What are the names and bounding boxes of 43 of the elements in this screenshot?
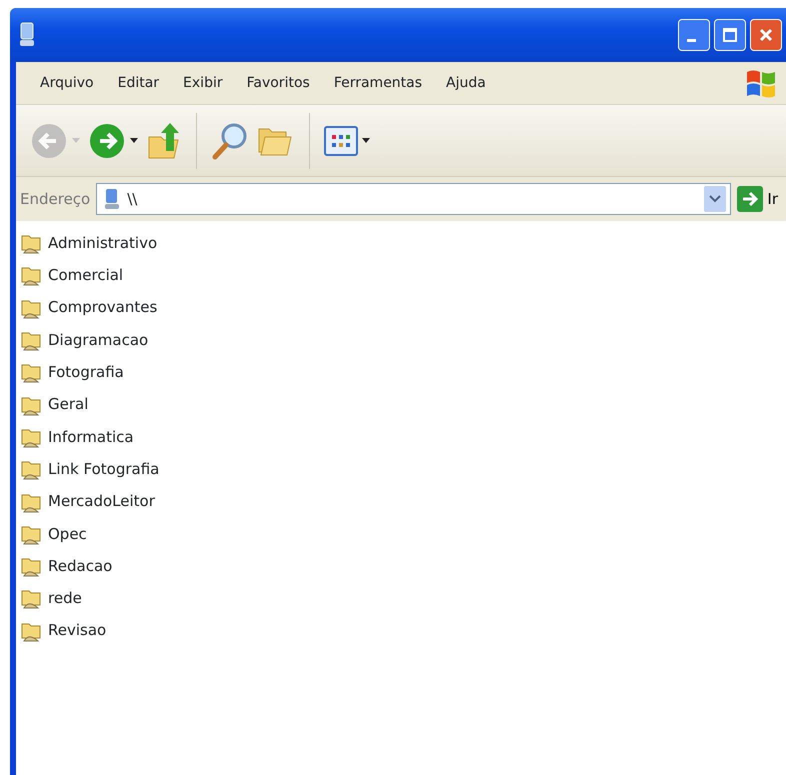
folder-name[interactable]: Link Fotografia (48, 458, 160, 480)
folder-name[interactable]: Opec (48, 522, 87, 546)
search-button[interactable] (211, 120, 249, 160)
menu-item[interactable]: Exibir (171, 72, 235, 94)
folder-name[interactable]: Comprovantes (48, 296, 158, 319)
address-label: Endereço (20, 188, 90, 210)
search-icon (211, 120, 249, 160)
folder-name[interactable]: MercadoLeitor (48, 490, 155, 513)
menu-item[interactable]: Arquivo (28, 72, 106, 94)
menu-item[interactable]: Editar (106, 72, 172, 94)
address-field[interactable]: \\ (96, 183, 732, 215)
menu-item[interactable]: Ajuda (434, 72, 498, 94)
forward-button[interactable] (88, 122, 138, 160)
folder-name[interactable]: Redacao (48, 554, 112, 578)
menu-item[interactable]: Ferramentas (322, 72, 434, 94)
arrow-right-icon (737, 186, 764, 212)
close-button[interactable] (750, 19, 782, 51)
views-icon (324, 126, 358, 156)
up-button[interactable] (146, 120, 182, 160)
maximize-icon (722, 27, 738, 43)
minimize-button[interactable] (678, 19, 710, 51)
folder-name[interactable]: Fotografia (48, 361, 124, 384)
caret-icon (362, 138, 370, 143)
folder-name[interactable]: rede (48, 587, 82, 610)
maximize-button[interactable] (714, 19, 746, 51)
caret-icon (72, 138, 80, 143)
folder-name[interactable]: Comercial (48, 264, 124, 287)
folder-name[interactable]: Geral (48, 393, 88, 416)
folder-up-arrow-icon (146, 120, 182, 160)
folder-name[interactable]: Administrativo (48, 232, 158, 254)
arrow-right-icon (88, 122, 126, 160)
computer-icon (103, 188, 122, 210)
arrow-left-icon (30, 122, 68, 160)
computer-icon (18, 22, 36, 48)
caret-icon (130, 138, 138, 143)
folder-name[interactable]: Informatica (48, 426, 134, 448)
close-icon (758, 27, 774, 43)
views-button[interactable] (324, 126, 370, 156)
minimize-icon (687, 38, 696, 42)
folder-name[interactable]: Diagramacao (48, 328, 148, 352)
folder-name[interactable]: Revisao (48, 619, 106, 642)
go-button[interactable]: Ir (737, 186, 778, 212)
menu-item[interactable]: Favoritos (234, 72, 322, 94)
